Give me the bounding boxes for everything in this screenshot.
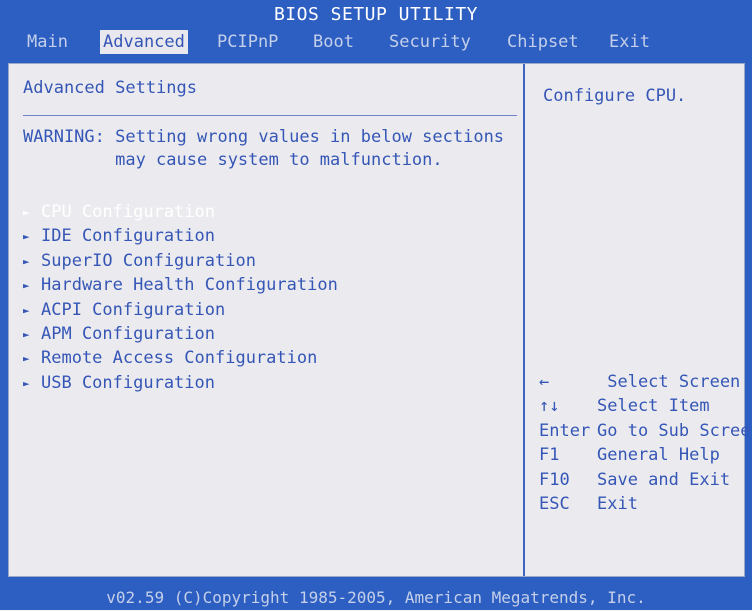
menu-pcipnp[interactable]: PCIPnP (214, 30, 281, 54)
settings-pane: Advanced Settings WARNING: Setting wrong… (9, 64, 523, 576)
warning-line-1: WARNING: Setting wrong values in below s… (23, 127, 505, 147)
menu-advanced[interactable]: Advanced (100, 30, 188, 54)
config-item-label: Hardware Health Configuration (41, 275, 338, 296)
submenu-arrow-icon: ► (23, 230, 30, 244)
config-item-label: APM Configuration (41, 323, 215, 344)
up-down-arrows-icon: ↑↓ (539, 396, 560, 417)
config-item-acpi[interactable]: ► ACPI Configuration (23, 298, 338, 322)
config-item-usb[interactable]: ► USB Configuration (23, 371, 338, 395)
copyright-text: v02.59 (C)Copyright 1985-2005, American … (106, 588, 646, 607)
footer: v02.59 (C)Copyright 1985-2005, American … (0, 585, 752, 610)
submenu-arrow-icon: ► (23, 254, 30, 268)
submenu-arrow-icon: ► (23, 352, 30, 366)
config-list: ► CPU Configuration ► IDE Configuration ► S… (23, 200, 338, 395)
menu-security[interactable]: Security (386, 30, 474, 54)
config-item-label: Remote Access Configuration (41, 348, 318, 369)
config-item-hardware-health[interactable]: ► Hardware Health Configuration (23, 273, 338, 297)
config-item-label: SuperIO Configuration (41, 250, 256, 271)
submenu-arrow-icon: ► (23, 206, 30, 219)
config-item-apm[interactable]: ► APM Configuration (23, 322, 338, 346)
bios-screen: BIOS SETUP UTILITY Main Advanced PCIPnP … (0, 0, 752, 610)
config-item-label: CPU Configuration (41, 202, 215, 222)
section-title: Advanced Settings (23, 78, 197, 98)
config-item-remote-access[interactable]: ► Remote Access Configuration (23, 346, 338, 370)
key-f1: F1 (539, 445, 560, 466)
config-item-ide[interactable]: ► IDE Configuration (23, 224, 338, 248)
key-desc: Go to Sub Screen (597, 420, 752, 441)
config-item-cpu[interactable]: ► CPU Configuration (23, 200, 338, 224)
key-enter: Enter (539, 420, 591, 441)
warning-line-2: may cause system to malfunction. (23, 150, 443, 170)
key-desc: Save and Exit (597, 469, 731, 490)
key-f10: F10 (539, 469, 570, 490)
key-esc: ESC (539, 493, 570, 514)
submenu-arrow-icon: ► (23, 376, 30, 390)
title-bar: BIOS SETUP UTILITY (0, 0, 752, 28)
menu-exit[interactable]: Exit (606, 30, 653, 54)
submenu-arrow-icon: ► (23, 327, 30, 341)
submenu-arrow-icon: ► (23, 303, 30, 317)
left-arrow-icon: ← (539, 372, 550, 392)
help-text: Configure CPU. (543, 86, 687, 106)
key-desc: Exit (597, 493, 638, 514)
key-desc: Select Item (597, 396, 710, 417)
menu-bar: Main Advanced PCIPnP Boot Security Chips… (0, 28, 752, 58)
main-panel: Advanced Settings WARNING: Setting wrong… (8, 63, 752, 577)
key-desc: General Help (597, 445, 720, 466)
config-item-label: IDE Configuration (41, 226, 215, 247)
menu-chipset[interactable]: Chipset (504, 30, 582, 54)
key-desc: Select Screen (597, 372, 741, 392)
config-item-label: USB Configuration (41, 372, 215, 393)
menu-boot[interactable]: Boot (310, 30, 357, 54)
help-pane: Configure CPU. ← Select Screen ↑↓ Select … (525, 64, 752, 576)
submenu-arrow-icon: ► (23, 279, 30, 293)
config-item-superio[interactable]: ► SuperIO Configuration (23, 249, 338, 273)
divider (23, 115, 517, 116)
config-item-label: ACPI Configuration (41, 299, 226, 320)
title-text: BIOS SETUP UTILITY (273, 4, 479, 25)
menu-main[interactable]: Main (24, 30, 71, 54)
